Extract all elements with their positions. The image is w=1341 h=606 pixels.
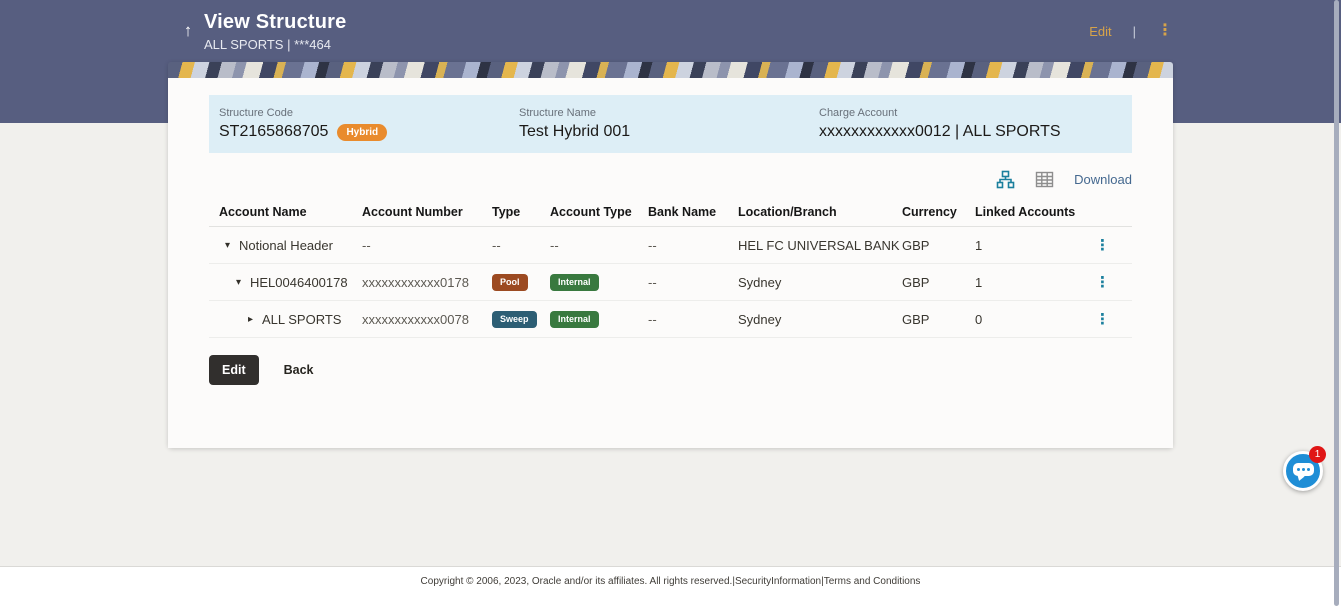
security-information-link[interactable]: SecurityInformation: [735, 576, 821, 587]
account-name: Notional Header: [239, 238, 333, 253]
copyright-text: Copyright © 2006, 2023, Oracle and/or it…: [421, 576, 733, 587]
chat-fab[interactable]: 1: [1283, 451, 1323, 491]
scrollbar[interactable]: [1332, 0, 1341, 606]
account-name-cell: ▸ ALL SPORTS: [209, 312, 362, 327]
col-account-name: Account Name: [209, 205, 362, 219]
account-type-cell: Internal: [550, 310, 648, 328]
back-arrow-icon[interactable]: ↑: [177, 21, 199, 41]
structure-card: Structure Code ST2165868705 Hybrid Struc…: [168, 62, 1173, 448]
col-account-type: Account Type: [550, 205, 648, 219]
account-name-cell: ▾ HEL0046400178: [209, 275, 362, 290]
account-name-cell: ▾ Notional Header: [209, 238, 362, 253]
sweep-badge: Sweep: [492, 311, 537, 328]
table-view-icon[interactable]: [1035, 170, 1054, 189]
page-title: View Structure: [204, 11, 346, 34]
back-button[interactable]: Back: [284, 363, 314, 377]
account-type-cell: --: [550, 238, 648, 253]
page-subtitle: ALL SPORTS | ***464: [204, 37, 346, 52]
account-name: HEL0046400178: [250, 275, 348, 290]
location-branch-cell: HEL FC UNIVERSAL BANK: [738, 238, 902, 253]
internal-badge: Internal: [550, 274, 599, 291]
account-number-cell: xxxxxxxxxxxx0078: [362, 312, 492, 327]
chat-unread-badge: 1: [1309, 446, 1326, 463]
scrollbar-thumb[interactable]: [1334, 0, 1339, 606]
bank-name-cell: --: [648, 275, 738, 290]
location-branch-cell: Sydney: [738, 275, 902, 290]
col-type: Type: [492, 205, 550, 219]
currency-cell: GBP: [902, 238, 975, 253]
table-header-row: Account Name Account Number Type Account…: [209, 198, 1132, 227]
charge-account-field: Charge Account xxxxxxxxxxxx0012 | ALL SP…: [819, 107, 1119, 141]
decorative-ribbon: [168, 62, 1173, 78]
structure-code-value: ST2165868705: [219, 123, 328, 141]
collapse-caret-icon[interactable]: ▾: [225, 240, 235, 251]
structure-summary-bar: Structure Code ST2165868705 Hybrid Struc…: [209, 95, 1132, 153]
type-cell: Sweep: [492, 310, 550, 328]
hybrid-badge: Hybrid: [337, 124, 387, 141]
tree-view-icon[interactable]: [996, 170, 1015, 189]
charge-account-label: Charge Account: [819, 107, 1119, 119]
row-menu-icon[interactable]: ⋮: [1095, 311, 1110, 328]
currency-cell: GBP: [902, 275, 975, 290]
bank-name-cell: --: [648, 312, 738, 327]
bank-name-cell: --: [648, 238, 738, 253]
col-account-number: Account Number: [362, 205, 492, 219]
header-edit-link[interactable]: Edit: [1089, 24, 1111, 39]
charge-account-value: xxxxxxxxxxxx0012 | ALL SPORTS: [819, 123, 1061, 141]
row-menu-icon[interactable]: ⋮: [1095, 237, 1110, 254]
download-link[interactable]: Download: [1074, 172, 1132, 187]
col-bank-name: Bank Name: [648, 205, 738, 219]
type-cell: --: [492, 238, 550, 253]
chat-bubble-tail: [1295, 474, 1304, 482]
account-name: ALL SPORTS: [262, 312, 341, 327]
col-linked-accounts: Linked Accounts: [975, 205, 1089, 219]
edit-button[interactable]: Edit: [209, 355, 259, 385]
terms-and-conditions-link[interactable]: Terms and Conditions: [824, 576, 921, 587]
row-menu-icon[interactable]: ⋮: [1095, 274, 1110, 291]
account-number-cell: xxxxxxxxxxxx0178: [362, 275, 492, 290]
header-kebab-menu-icon[interactable]: ⋮: [1157, 23, 1173, 39]
linked-accounts-cell: 0: [975, 312, 1089, 327]
header-divider: |: [1133, 24, 1136, 39]
structure-code-label: Structure Code: [219, 107, 519, 119]
table-row: ▾ Notional Header -- -- -- -- HEL FC UNI…: [209, 227, 1132, 264]
collapse-caret-icon[interactable]: ▾: [236, 277, 246, 288]
table-row: ▸ ALL SPORTS xxxxxxxxxxxx0078 Sweep Inte…: [209, 301, 1132, 338]
app-header: ↑ View Structure ALL SPORTS | ***464 Edi…: [0, 0, 1341, 62]
col-location-branch: Location/Branch: [738, 205, 902, 219]
footer: Copyright © 2006, 2023, Oracle and/or it…: [0, 566, 1341, 606]
pool-badge: Pool: [492, 274, 528, 291]
linked-accounts-cell: 1: [975, 275, 1089, 290]
structure-name-label: Structure Name: [519, 107, 819, 119]
table-row: ▾ HEL0046400178 xxxxxxxxxxxx0178 Pool In…: [209, 264, 1132, 301]
linked-accounts-cell: 1: [975, 238, 1089, 253]
internal-badge: Internal: [550, 311, 599, 328]
structure-name-value: Test Hybrid 001: [519, 123, 630, 141]
expand-caret-icon[interactable]: ▸: [248, 314, 258, 325]
location-branch-cell: Sydney: [738, 312, 902, 327]
structure-code-field: Structure Code ST2165868705 Hybrid: [219, 107, 519, 141]
col-currency: Currency: [902, 205, 975, 219]
structure-name-field: Structure Name Test Hybrid 001: [519, 107, 819, 141]
account-number-cell: --: [362, 238, 492, 253]
currency-cell: GBP: [902, 312, 975, 327]
type-cell: Pool: [492, 273, 550, 291]
account-type-cell: Internal: [550, 273, 648, 291]
